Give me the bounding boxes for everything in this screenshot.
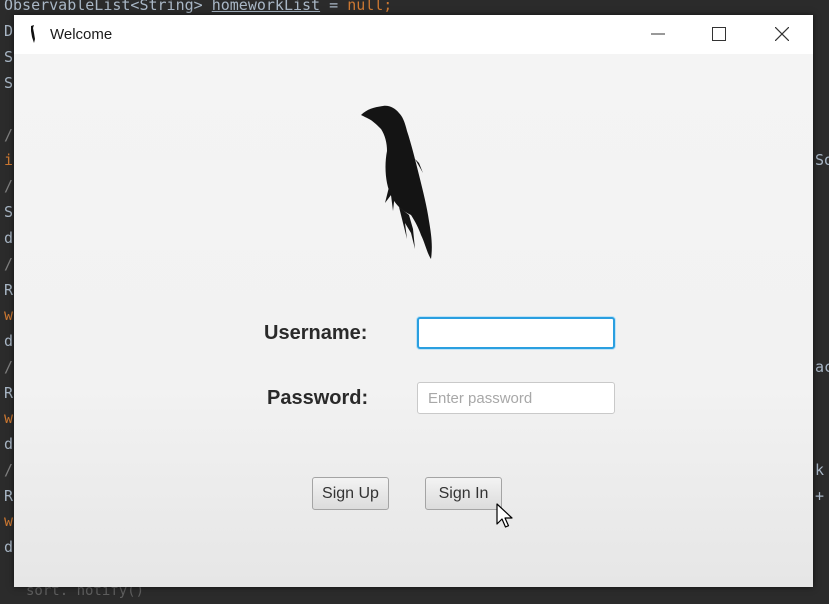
username-label: Username:: [264, 322, 368, 344]
maximize-icon: [712, 27, 726, 41]
username-field[interactable]: [417, 317, 615, 349]
minimize-icon: [651, 33, 665, 35]
code-right-char: +: [815, 487, 825, 505]
code-null-text: null;: [347, 0, 393, 14]
code-right-char: ac: [815, 358, 829, 376]
sign-up-button[interactable]: Sign Up: [312, 477, 389, 510]
code-right-char: k: [815, 461, 825, 479]
code-line-top: ObservableList<String> homeworkList = nu…: [4, 0, 392, 15]
code-variable-text: homeworkList: [211, 0, 321, 14]
raven-logo: [361, 105, 432, 259]
maximize-button[interactable]: [696, 15, 742, 54]
close-icon: [775, 27, 789, 41]
password-field[interactable]: [417, 382, 615, 414]
welcome-window: Welcome Username: Password: Sign Up Sign…: [14, 15, 813, 587]
title-bar[interactable]: Welcome: [14, 15, 813, 54]
code-type-text: ObservableList<String>: [4, 0, 212, 14]
code-right-char: So: [815, 151, 829, 169]
code-operator-text: =: [320, 0, 348, 14]
window-title: Welcome: [50, 26, 113, 43]
sign-in-button[interactable]: Sign In: [425, 477, 502, 510]
minimize-button[interactable]: [635, 15, 681, 54]
close-button[interactable]: [759, 15, 805, 54]
raven-icon: [31, 25, 35, 43]
password-label: Password:: [267, 387, 369, 409]
mouse-cursor-icon: [496, 503, 513, 528]
